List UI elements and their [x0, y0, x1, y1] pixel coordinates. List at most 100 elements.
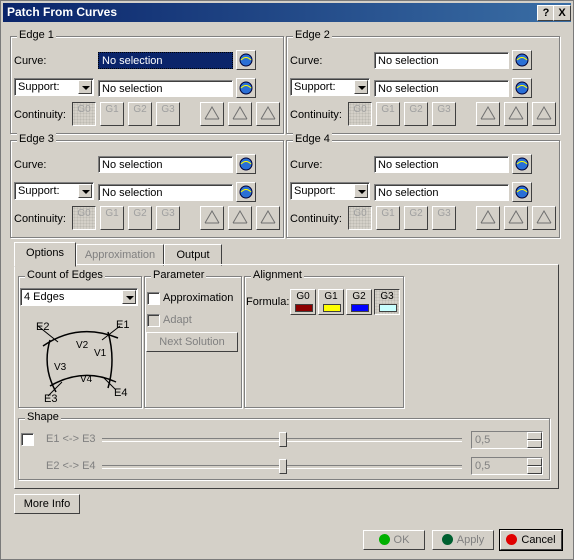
edge-3-continuity-g1-button[interactable]: G1	[100, 206, 124, 230]
edge-1-continuity-g0-button[interactable]: G0	[72, 102, 96, 126]
edge-3-support-field[interactable]: No selection	[98, 184, 233, 201]
approximation-checkbox[interactable]	[147, 292, 160, 305]
next-solution-button[interactable]: Next Solution	[146, 332, 238, 352]
tab-approximation[interactable]: Approximation	[76, 244, 164, 266]
edge-2-continuity-g2-button[interactable]: G2	[404, 102, 428, 126]
edge-4-curvature-icon[interactable]	[532, 206, 556, 230]
edge-1-curve-picker-icon[interactable]	[236, 50, 256, 70]
alignment-button-label: G0	[296, 291, 310, 302]
edge-4-continuity-g0-button[interactable]: G0	[348, 206, 372, 230]
edge-title: Edge 4	[293, 133, 332, 145]
diagram-v3: V3	[54, 362, 67, 373]
edge-3-continuity-g3-button[interactable]: G3	[156, 206, 180, 230]
edge-4-support-picker-icon[interactable]	[512, 182, 532, 202]
edge-3-support-select[interactable]: Support:	[14, 182, 94, 200]
curve-label: Curve:	[290, 159, 323, 171]
edge-3-curve-field[interactable]: No selection	[98, 156, 233, 173]
edge-1-surface-icon[interactable]	[228, 102, 252, 126]
more-info-button[interactable]: More Info	[14, 494, 80, 514]
spin-down-icon[interactable]	[527, 440, 542, 448]
tab-options[interactable]: Options	[14, 242, 76, 267]
alignment-g3-button[interactable]: G3	[374, 289, 400, 315]
spin-up-icon[interactable]	[527, 458, 542, 466]
alignment-color-swatch	[323, 304, 341, 312]
alignment-g2-button[interactable]: G2	[346, 289, 372, 315]
edge-3-curvature-icon[interactable]	[256, 206, 280, 230]
diagram-v4: V4	[80, 374, 93, 385]
edge-3-tangent-icon[interactable]	[200, 206, 224, 230]
apply-button[interactable]: Apply	[432, 530, 494, 550]
edge-4-support-field[interactable]: No selection	[374, 184, 509, 201]
edge-2-continuity-g3-button[interactable]: G3	[432, 102, 456, 126]
edge-title: Edge 3	[17, 133, 56, 145]
spin-down-icon[interactable]	[527, 466, 542, 474]
chevron-down-icon[interactable]	[354, 80, 368, 94]
edge-2-continuity-g0-button[interactable]: G0	[348, 102, 372, 126]
edge-1-curve-field[interactable]: No selection	[98, 52, 233, 69]
adapt-checkbox[interactable]	[147, 314, 160, 327]
edge-4-curve-field[interactable]: No selection	[374, 156, 509, 173]
edge-1-support-picker-icon[interactable]	[236, 78, 256, 98]
diagram-e4: E4	[114, 387, 127, 399]
ok-button[interactable]: OK	[363, 530, 425, 550]
edge-4-tangent-icon[interactable]	[476, 206, 500, 230]
edge-4-support-select[interactable]: Support:	[290, 182, 370, 200]
spin-up-icon[interactable]	[527, 432, 542, 440]
edge-1-continuity-g3-button[interactable]: G3	[156, 102, 180, 126]
alignment-g0-button[interactable]: G0	[290, 289, 316, 315]
chevron-down-icon[interactable]	[122, 290, 136, 304]
edge-count-value: 4 Edges	[24, 291, 65, 303]
alignment-title: Alignment	[251, 269, 304, 281]
edge-2-curve-picker-icon[interactable]	[512, 50, 532, 70]
edge-2-curvature-icon[interactable]	[532, 102, 556, 126]
edge-1-tangent-icon[interactable]	[200, 102, 224, 126]
edge-4-continuity-g3-button[interactable]: G3	[432, 206, 456, 230]
edge-count-select[interactable]: 4 Edges	[20, 288, 138, 306]
edge-1-support-select[interactable]: Support:	[14, 78, 94, 96]
edge-1-continuity-g1-button[interactable]: G1	[100, 102, 124, 126]
edge-2-tangent-icon[interactable]	[476, 102, 500, 126]
edge-2-continuity-g1-button[interactable]: G1	[376, 102, 400, 126]
cancel-label: Cancel	[521, 534, 556, 546]
shape-row2-thumb[interactable]	[279, 459, 287, 474]
edge-2-curve-field[interactable]: No selection	[374, 52, 509, 69]
alignment-button-label: G3	[380, 291, 394, 302]
edge-3-surface-icon[interactable]	[228, 206, 252, 230]
edge-4-surface-icon[interactable]	[504, 206, 528, 230]
shape-row1-spinner[interactable]: 0,5	[471, 431, 543, 449]
shape-row1-thumb[interactable]	[279, 432, 287, 447]
cancel-button[interactable]: Cancel	[499, 529, 563, 551]
alignment-g1-button[interactable]: G1	[318, 289, 344, 315]
edge-1-curvature-icon[interactable]	[256, 102, 280, 126]
edge-1-continuity-g2-button[interactable]: G2	[128, 102, 152, 126]
shape-checkbox[interactable]	[21, 433, 34, 446]
diagram-v2: V2	[76, 340, 89, 351]
shape-row2-spinner[interactable]: 0,5	[471, 457, 543, 475]
tab-output[interactable]: Output	[164, 244, 222, 266]
chevron-down-icon[interactable]	[354, 184, 368, 198]
edge-3-curve-picker-icon[interactable]	[236, 154, 256, 174]
ok-icon	[378, 534, 390, 545]
edge-2-surface-icon[interactable]	[504, 102, 528, 126]
edge-3-continuity-g2-button[interactable]: G2	[128, 206, 152, 230]
close-button[interactable]: X	[553, 5, 571, 21]
curve-label: Curve:	[14, 55, 47, 67]
edge-2-support-picker-icon[interactable]	[512, 78, 532, 98]
edge-2-support-select[interactable]: Support:	[290, 78, 370, 96]
edge-4-curve-picker-icon[interactable]	[512, 154, 532, 174]
shape-row1-value: 0,5	[475, 434, 491, 446]
shape-row2-label: E2 <-> E4	[46, 460, 96, 472]
chevron-down-icon[interactable]	[78, 184, 92, 198]
parameter-title: Parameter	[151, 269, 207, 281]
edge-title: Edge 1	[17, 29, 56, 41]
edge-2-support-field[interactable]: No selection	[374, 80, 509, 97]
chevron-down-icon[interactable]	[78, 80, 92, 94]
edge-4-continuity-g2-button[interactable]: G2	[404, 206, 428, 230]
cancel-icon	[506, 534, 518, 545]
edge-1-support-field[interactable]: No selection	[98, 80, 233, 97]
diagram-e3: E3	[44, 393, 57, 404]
edge-3-continuity-g0-button[interactable]: G0	[72, 206, 96, 230]
edge-3-support-picker-icon[interactable]	[236, 182, 256, 202]
edge-4-continuity-g1-button[interactable]: G1	[376, 206, 400, 230]
title-bar[interactable]: Patch From Curves ? X	[3, 3, 571, 22]
